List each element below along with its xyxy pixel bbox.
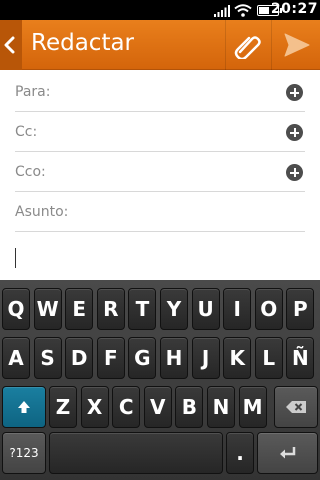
subject-field[interactable]: Asunto: bbox=[15, 192, 305, 232]
key-e[interactable]: E bbox=[65, 288, 94, 330]
key-l[interactable]: L bbox=[254, 337, 283, 379]
key-q[interactable]: Q bbox=[2, 288, 30, 330]
chevron-left-icon bbox=[4, 36, 15, 54]
key-v[interactable]: V bbox=[143, 386, 172, 428]
cc-field[interactable]: Cc: bbox=[15, 112, 305, 152]
key-f[interactable]: F bbox=[96, 337, 125, 379]
key-p[interactable]: P bbox=[286, 288, 315, 330]
paperclip-icon[interactable] bbox=[232, 31, 262, 59]
key-d[interactable]: D bbox=[65, 337, 94, 379]
key-c[interactable]: C bbox=[112, 386, 141, 428]
cc-label: Cc: bbox=[15, 124, 38, 140]
back-button[interactable] bbox=[0, 20, 22, 70]
text-cursor bbox=[15, 248, 16, 268]
key-n[interactable]: N bbox=[207, 386, 235, 428]
key-o[interactable]: O bbox=[254, 288, 283, 330]
key-x[interactable]: X bbox=[80, 386, 109, 428]
key-h[interactable]: H bbox=[160, 337, 188, 379]
period-key[interactable]: . bbox=[226, 432, 254, 474]
on-screen-keyboard: ?123 . QWERTYUIOP ASDFGHJKLÑ ZXCVBNM bbox=[0, 280, 320, 480]
header-divider bbox=[225, 20, 226, 70]
status-bar: 20:27 bbox=[0, 0, 320, 20]
wifi-icon bbox=[234, 4, 252, 17]
message-body-input[interactable] bbox=[15, 240, 305, 280]
symbols-key[interactable]: ?123 bbox=[2, 432, 46, 474]
enter-key[interactable] bbox=[257, 432, 318, 474]
shift-key[interactable] bbox=[2, 386, 46, 428]
key-w[interactable]: W bbox=[33, 288, 62, 330]
subject-label: Asunto: bbox=[15, 204, 69, 220]
key-y[interactable]: Y bbox=[160, 288, 188, 330]
to-field[interactable]: Para: bbox=[15, 72, 305, 112]
battery-level bbox=[259, 7, 270, 14]
compose-header: Redactar bbox=[0, 20, 320, 70]
key-u[interactable]: U bbox=[191, 288, 220, 330]
return-arrow-icon bbox=[279, 447, 295, 459]
key-r[interactable]: R bbox=[96, 288, 125, 330]
key-a[interactable]: A bbox=[2, 337, 30, 379]
key-ñ[interactable]: Ñ bbox=[286, 337, 315, 379]
key-m[interactable]: M bbox=[238, 386, 267, 428]
add-bcc-icon[interactable] bbox=[286, 164, 303, 181]
key-j[interactable]: J bbox=[191, 337, 220, 379]
page-title: Redactar bbox=[31, 30, 135, 56]
key-b[interactable]: B bbox=[175, 386, 204, 428]
key-i[interactable]: I bbox=[223, 288, 252, 330]
add-cc-icon[interactable] bbox=[286, 124, 303, 141]
send-icon[interactable] bbox=[283, 32, 311, 58]
add-recipient-icon[interactable] bbox=[286, 84, 303, 101]
to-label: Para: bbox=[15, 84, 51, 100]
status-time: 20:27 bbox=[270, 1, 318, 17]
bcc-field[interactable]: Cco: bbox=[15, 152, 305, 192]
signal-icon bbox=[214, 5, 230, 17]
shift-arrow-icon bbox=[18, 401, 30, 413]
header-divider bbox=[271, 20, 272, 70]
space-key[interactable] bbox=[49, 432, 223, 474]
key-t[interactable]: T bbox=[128, 288, 157, 330]
key-k[interactable]: K bbox=[223, 337, 252, 379]
key-z[interactable]: Z bbox=[49, 386, 77, 428]
backspace-key[interactable] bbox=[274, 386, 318, 428]
backspace-icon bbox=[286, 401, 306, 413]
key-g[interactable]: G bbox=[128, 337, 157, 379]
bcc-label: Cco: bbox=[15, 164, 46, 180]
key-s[interactable]: S bbox=[33, 337, 62, 379]
